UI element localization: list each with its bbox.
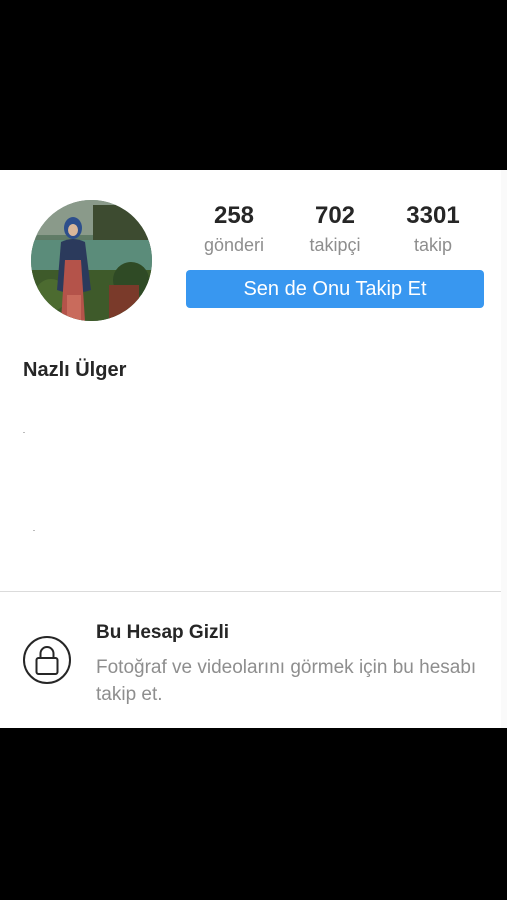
section-divider — [0, 591, 501, 592]
followers-label: takipçi — [309, 235, 361, 255]
follow-button[interactable]: Sen de Onu Takip Et — [186, 270, 484, 308]
following-label: takip — [413, 235, 453, 255]
private-account-description: Fotoğraf ve videolarını görmek için bu h… — [96, 657, 477, 705]
private-account-title: Bu Hesap Gizli — [96, 622, 230, 643]
avatar-photo — [31, 200, 152, 321]
following-count: 3301 — [406, 202, 460, 229]
followers-stat[interactable]: 702 takipçi — [287, 202, 383, 256]
posts-stat[interactable]: 258 gönderi — [186, 202, 282, 256]
followers-count: 702 — [314, 202, 356, 229]
following-stat[interactable]: 3301 takip — [385, 202, 481, 256]
posts-count: 258 — [213, 202, 255, 229]
bio-fragment — [33, 530, 35, 531]
lock-badge — [23, 636, 71, 684]
posts-label: gönderi — [203, 235, 265, 255]
profile-name: Nazlı Ülger — [23, 359, 127, 381]
bio-fragment — [23, 432, 25, 433]
lock-icon — [35, 646, 59, 675]
profile-card: 258 gönderi 702 takipçi 3301 takip Sen d… — [0, 170, 501, 728]
scroll-edge — [501, 170, 507, 728]
profile-stats: 258 gönderi 702 takipçi 3301 takip — [186, 202, 486, 262]
avatar[interactable] — [31, 200, 152, 321]
